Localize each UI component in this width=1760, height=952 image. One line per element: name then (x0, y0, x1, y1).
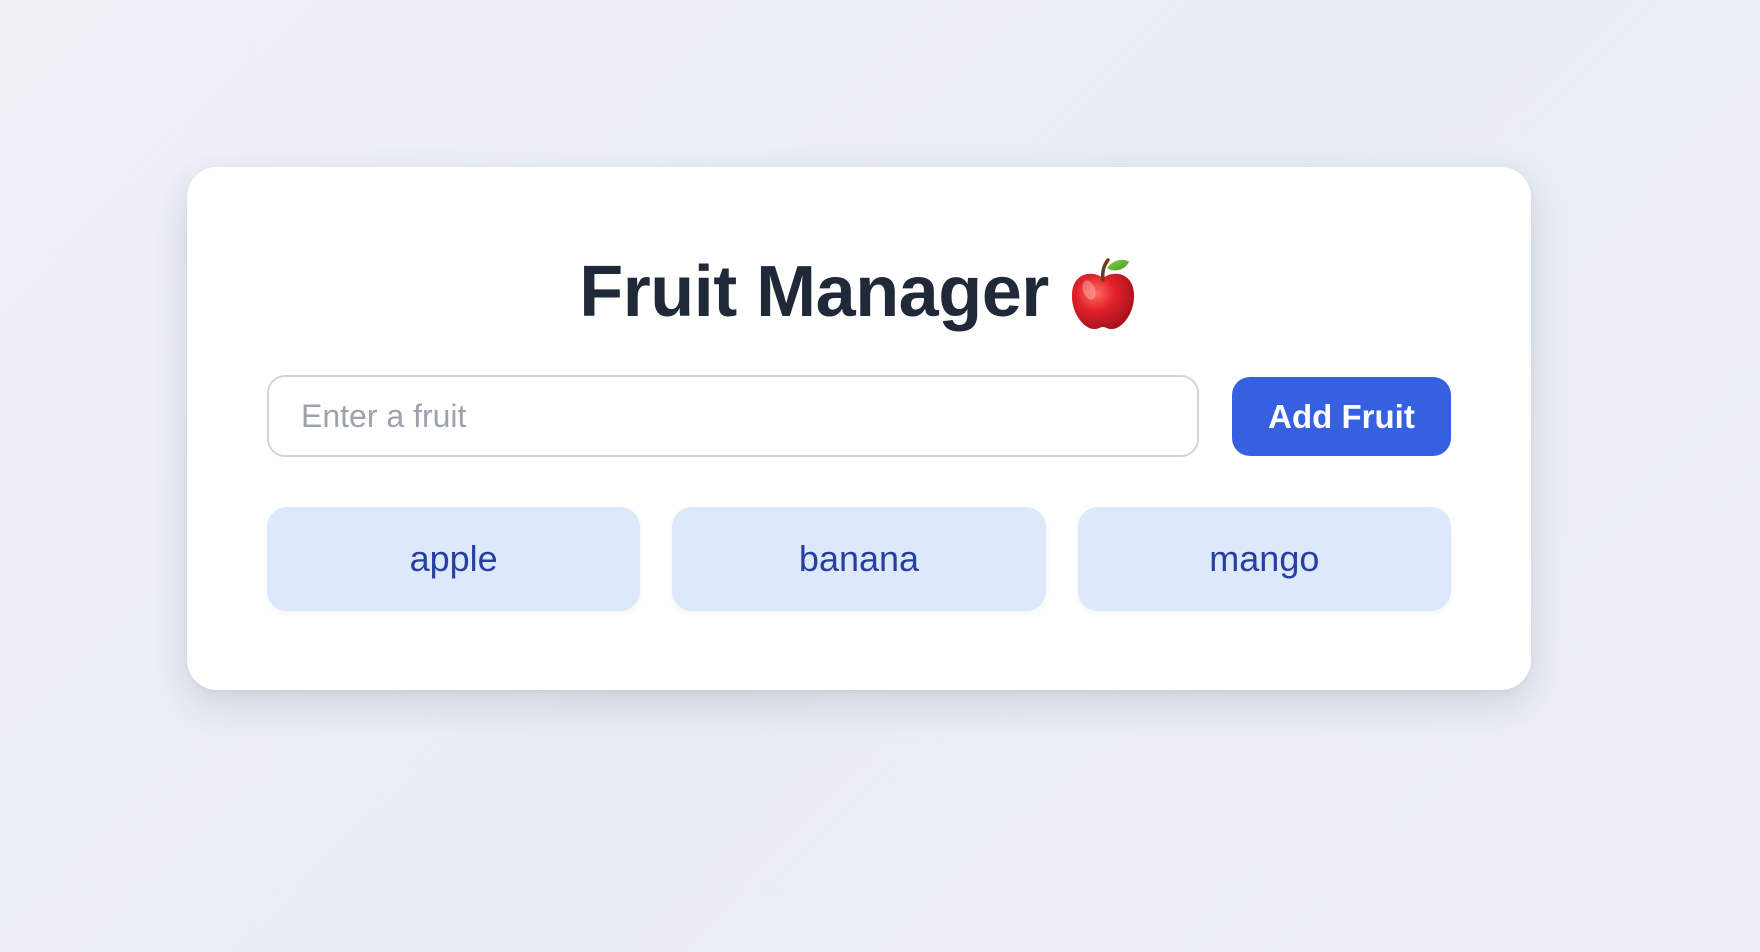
fruit-item-label: mango (1209, 538, 1320, 579)
title-text: Fruit Manager (579, 252, 1049, 332)
fruit-item-label: banana (798, 538, 920, 579)
fruit-input[interactable] (267, 375, 1199, 457)
fruit-manager-card: Fruit Manager Enter a fruit Add Fruit ap… (187, 167, 1531, 690)
page-title: Fruit Manager (187, 247, 1531, 337)
apple-icon (1067, 256, 1139, 332)
fruit-item-apple[interactable]: apple (267, 507, 641, 611)
fruit-item-label: apple (409, 538, 498, 579)
fruit-list: apple banana mango (267, 507, 1451, 611)
fruit-item-banana[interactable]: banana (672, 507, 1046, 611)
title-row: Fruit Manager (579, 247, 1139, 337)
fruit-item-mango[interactable]: mango (1077, 507, 1451, 611)
add-fruit-button[interactable]: Add Fruit (1232, 377, 1451, 456)
